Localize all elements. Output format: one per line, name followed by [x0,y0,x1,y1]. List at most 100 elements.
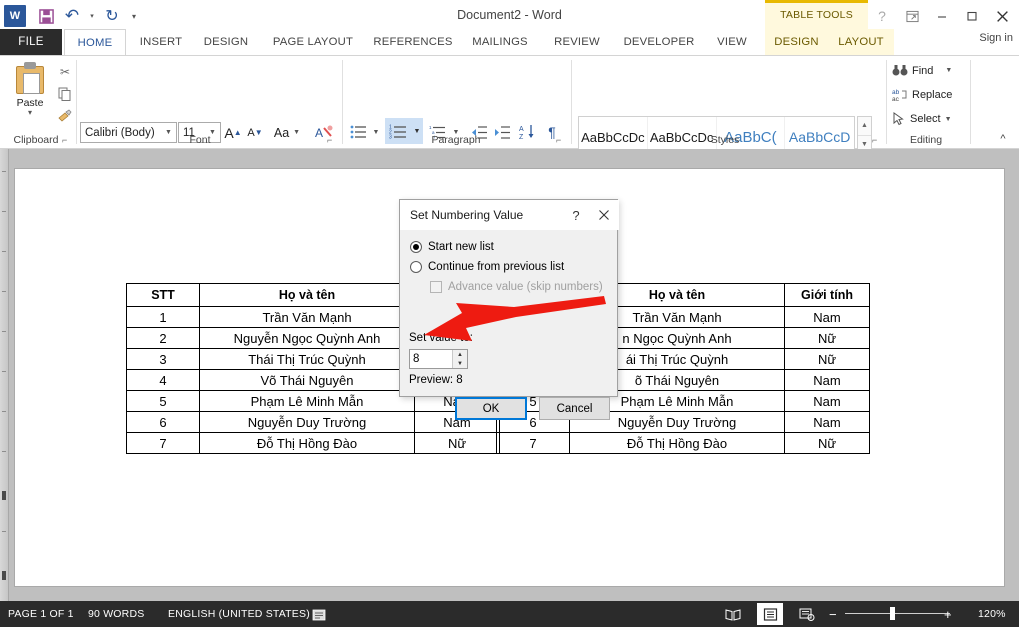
table-right-header-gender: Giới tính [785,284,870,307]
ribbon-display-options-icon[interactable] [897,2,927,30]
cursor-icon [892,112,906,126]
set-value-label: Set value to: [409,332,473,344]
proofing-icon[interactable] [312,601,327,627]
cut-icon[interactable]: ✂ [54,62,76,82]
zoom-in-button[interactable]: + [944,601,952,627]
view-web-layout[interactable] [794,603,820,625]
dialog-title: Set Numbering Value [410,208,563,222]
ribbon-tabs: FILE HOME INSERT DESIGN PAGE LAYOUT REFE… [0,29,1019,55]
dialog-close-icon[interactable] [589,201,619,229]
set-numbering-value-dialog[interactable]: Set Numbering Value ? Start new list Con… [399,199,618,397]
tab-file[interactable]: FILE [0,29,62,55]
undo-icon[interactable]: ↶ [60,4,84,28]
radio-continue-label: Continue from previous list [428,261,564,273]
spinner-down-icon[interactable]: ▼ [453,359,467,368]
radio-start-new-list[interactable]: Start new list [410,241,494,253]
help-icon[interactable]: ? [867,2,897,30]
tab-table-design[interactable]: DESIGN [765,29,828,55]
styles-scroll-up-icon[interactable]: ▲ [858,117,871,136]
status-bar: PAGE 1 OF 1 90 WORDS ENGLISH (UNITED STA… [0,601,1019,627]
cell-gender: Nữ [415,433,500,454]
cell-gender: Nam [785,391,870,412]
maximize-icon[interactable] [957,2,987,30]
undo-dropdown-icon[interactable]: ▾ [86,4,98,28]
select-dropdown-icon[interactable]: ▼ [945,116,952,123]
zoom-out-button[interactable]: − [829,601,837,627]
close-icon[interactable] [987,2,1017,30]
cell-name: Thái Thị Trúc Quỳnh [200,349,415,370]
cell-gender: Nam [785,370,870,391]
radio-continue-previous[interactable]: Continue from previous list [410,261,564,273]
ok-button[interactable]: OK [455,397,527,420]
paste-dropdown-icon[interactable]: ▾ [28,109,32,116]
zoom-slider-track[interactable] [845,613,950,614]
vertical-ruler [0,149,9,601]
binoculars-icon [892,64,908,77]
tab-design[interactable]: DESIGN [196,29,256,55]
cell-stt: 2 [127,328,200,349]
replace-icon: abac [892,88,908,102]
paragraph-dialog-launcher[interactable]: ⌐ [556,135,561,145]
cell-name: Trần Văn Mạnh [200,307,415,328]
select-button[interactable]: Select ▼ [892,112,952,126]
group-label-font: Font [80,134,320,146]
set-value-input[interactable]: 8 ▲ ▼ [409,349,468,369]
word-logo-icon: W [4,5,26,27]
font-dialog-launcher[interactable]: ⌐ [327,135,332,145]
svg-text:A: A [519,126,524,133]
clipboard-dialog-launcher[interactable]: ⌐ [62,135,67,145]
group-label-editing: Editing [886,134,966,146]
zoom-level[interactable]: 120% [978,601,1006,627]
copy-icon[interactable] [54,84,76,104]
radio-indicator [410,261,422,273]
group-label-styles: Styles [578,134,872,146]
tab-mailings[interactable]: MAILINGS [460,29,540,55]
cell-stt: 1 [127,307,200,328]
replace-button[interactable]: abac Replace [892,88,952,102]
styles-dialog-launcher[interactable]: ⌐ [872,135,877,145]
svg-text:ab: ab [892,89,900,96]
cell-gender: Nữ [785,433,870,454]
format-painter-icon[interactable] [54,106,76,126]
minimize-icon[interactable] [927,2,957,30]
tab-references[interactable]: REFERENCES [368,29,458,55]
select-label: Select [910,113,941,125]
cell-stt: 7 [127,433,200,454]
cell-name: Phạm Lê Minh Mẫn [200,391,415,412]
paste-button[interactable]: Paste ▾ [6,60,54,130]
tab-page-layout[interactable]: PAGE LAYOUT [260,29,366,55]
find-button[interactable]: Find ▼ [892,64,952,77]
quick-access-toolbar: W ↶ ▾ ↻ ▾ [4,3,142,29]
radio-start-new-list-label: Start new list [428,241,494,253]
view-read-mode[interactable] [720,603,746,625]
table-row: 6 Nguyễn Duy Trường Nam [127,412,500,433]
tab-review[interactable]: REVIEW [543,29,611,55]
tab-table-layout[interactable]: LAYOUT [828,29,894,55]
status-language[interactable]: ENGLISH (UNITED STATES) [168,601,310,627]
collapse-ribbon-button[interactable]: ^ [993,131,1013,147]
save-icon[interactable] [34,4,58,28]
word-window: Document2 - Word W ↶ ▾ ↻ ▾ TABLE TOOLS ? [0,0,1019,627]
dialog-help-icon[interactable]: ? [563,201,589,229]
spinner-up-icon[interactable]: ▲ [453,350,467,359]
window-controls: ? [867,2,1017,30]
set-value-spinner[interactable]: ▲ ▼ [452,350,467,368]
sign-in-link[interactable]: Sign in [979,32,1013,44]
tab-view[interactable]: VIEW [707,29,757,55]
status-page[interactable]: PAGE 1 OF 1 [8,601,74,627]
status-words[interactable]: 90 WORDS [88,601,144,627]
tab-insert[interactable]: INSERT [131,29,191,55]
cell-name: Nguyễn Duy Trường [200,412,415,433]
redo-icon[interactable]: ↻ [100,4,124,28]
find-dropdown-icon[interactable]: ▼ [945,67,952,74]
cancel-button[interactable]: Cancel [539,397,610,420]
zoom-slider-thumb[interactable] [890,607,895,620]
replace-label: Replace [912,89,952,101]
table-row: 7 Đỗ Thị Hồng Đào Nữ [127,433,500,454]
view-print-layout[interactable] [757,603,783,625]
customize-qat-icon[interactable]: ▾ [126,4,142,28]
ribbon: Paste ▾ ✂ Clipboard ⌐ Calibri (Body) ▼ 1… [0,55,1019,149]
table-row: 7 Đỗ Thị Hồng Đào Nữ [497,433,870,454]
tab-home[interactable]: HOME [64,29,126,55]
tab-developer[interactable]: DEVELOPER [614,29,704,55]
